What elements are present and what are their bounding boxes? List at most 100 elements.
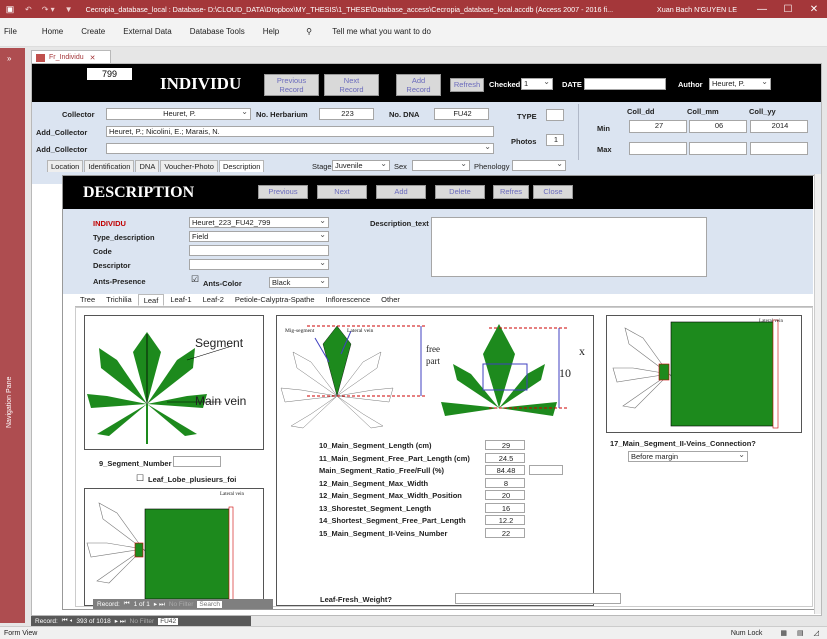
- undo-icon[interactable]: ↶: [25, 5, 32, 14]
- tab-voucher-photo[interactable]: Voucher-Photo: [160, 160, 218, 172]
- user-name[interactable]: Xuan Bach N'GUYEN LE: [657, 5, 737, 14]
- photos-label: Photos: [511, 137, 537, 146]
- tell-me-search[interactable]: ⚲ Tell me what you want to do: [297, 27, 440, 36]
- inner-filter[interactable]: No Filter: [169, 601, 194, 608]
- refresh-button[interactable]: Refresh: [450, 78, 484, 92]
- previous-record-button[interactable]: Previous Record: [264, 74, 319, 96]
- phenology-combo[interactable]: [512, 160, 566, 171]
- descriptor-combo[interactable]: [189, 259, 329, 270]
- tab-leaf-2[interactable]: Leaf-2: [198, 294, 229, 306]
- redo-icon[interactable]: ↷ ▾: [42, 5, 55, 14]
- desc-next-button[interactable]: Next: [317, 185, 367, 199]
- maximize-icon[interactable]: ☐: [775, 4, 801, 15]
- fresh-weight-field[interactable]: [455, 593, 621, 604]
- photos-field[interactable]: 1: [546, 134, 564, 146]
- tab-petiole[interactable]: Petiole-Calyptra-Spathe: [230, 294, 320, 306]
- max-yy-field[interactable]: [750, 142, 808, 155]
- ants-color-combo[interactable]: Black: [269, 277, 329, 288]
- stage-combo[interactable]: Juvenile: [332, 160, 390, 171]
- individu-combo[interactable]: Heuret_223_FU42_799: [189, 217, 329, 228]
- leaf-lobe-checkbox[interactable]: ☐: [136, 473, 144, 484]
- mig-segment-callout: Mig-segment: [285, 328, 315, 334]
- desc-previous-button[interactable]: Previous: [258, 185, 308, 199]
- author-combo[interactable]: Heuret, P.: [709, 78, 771, 90]
- checked-combo[interactable]: 1: [521, 78, 553, 90]
- tab-identification[interactable]: Identification: [84, 160, 135, 172]
- tab-location[interactable]: Location: [47, 160, 84, 172]
- max-mm-field[interactable]: [689, 142, 747, 155]
- tab-other[interactable]: Other: [376, 294, 405, 306]
- outer-search[interactable]: FU42: [158, 617, 179, 625]
- tab-description[interactable]: Description: [218, 160, 265, 172]
- tab-leaf[interactable]: Leaf: [137, 294, 165, 306]
- form-scrollbar[interactable]: [814, 174, 821, 614]
- add-collector-field[interactable]: Heuret, P.; Nicolini, E.; Marais, N.: [106, 126, 494, 137]
- desc-add-button[interactable]: Add: [376, 185, 426, 199]
- segment-number-field[interactable]: [173, 456, 221, 467]
- outer-next-record-icon[interactable]: ▸ ⏭: [115, 617, 126, 626]
- measurement-value[interactable]: 8: [485, 477, 525, 488]
- tab-inflorescence[interactable]: Inflorescence: [321, 294, 376, 306]
- navigation-pane[interactable]: » Navigation Pane: [0, 48, 25, 623]
- herbarium-field[interactable]: 223: [319, 108, 374, 120]
- measurement-value[interactable]: 12.2: [485, 515, 525, 525]
- measurement-value[interactable]: 20: [485, 490, 525, 500]
- tab-file[interactable]: File: [4, 27, 17, 36]
- outer-first-record-icon[interactable]: ⏮ ◂: [62, 617, 73, 625]
- ratio-extra-field[interactable]: [529, 465, 563, 475]
- inner-record-label: Record:: [97, 600, 120, 608]
- tab-tree[interactable]: Tree: [75, 294, 100, 306]
- measurement-value[interactable]: 29: [485, 440, 525, 450]
- document-tab[interactable]: Fr_Individu ✕: [31, 50, 111, 64]
- veins-connection-combo[interactable]: Before margin: [628, 451, 748, 462]
- description-text-area[interactable]: [431, 217, 707, 277]
- tab-home[interactable]: Home: [42, 27, 63, 36]
- first-record-icon[interactable]: ⏮: [124, 600, 130, 608]
- tab-help[interactable]: Help: [263, 27, 279, 36]
- type-field[interactable]: [546, 109, 564, 121]
- min-dd-field[interactable]: 27: [629, 120, 687, 133]
- code-field[interactable]: [189, 245, 329, 256]
- tab-dna[interactable]: DNA: [135, 160, 160, 172]
- outer-record-label: Record:: [35, 617, 58, 625]
- ants-presence-checkbox[interactable]: ☑: [191, 274, 199, 285]
- desc-refresh-button[interactable]: Refres: [493, 185, 529, 199]
- expand-chevron-icon[interactable]: »: [7, 54, 11, 63]
- inner-record-position[interactable]: 1 of 1: [134, 601, 150, 608]
- next-record-button[interactable]: Next Record: [324, 74, 379, 96]
- access-app-icon[interactable]: ▣: [0, 4, 20, 15]
- min-mm-field[interactable]: 06: [689, 120, 747, 133]
- layout-view-icon[interactable]: ◿: [814, 629, 819, 637]
- measurement-value[interactable]: 16: [485, 502, 525, 513]
- outer-record-position[interactable]: 393 of 1018: [76, 618, 110, 625]
- individu-label: INDIVIDU: [93, 219, 126, 228]
- tab-leaf-1[interactable]: Leaf-1: [165, 294, 196, 306]
- minimize-icon[interactable]: —: [749, 4, 775, 15]
- max-dd-field[interactable]: [629, 142, 687, 155]
- measurement-value[interactable]: 84.48: [485, 465, 525, 475]
- form-view-icon[interactable]: ▦: [780, 629, 787, 637]
- add-collector2-combo[interactable]: [106, 143, 494, 154]
- tab-database-tools[interactable]: Database Tools: [190, 27, 245, 36]
- collector-combo[interactable]: Heuret, P.: [106, 108, 251, 120]
- type-description-combo[interactable]: Field: [189, 231, 329, 242]
- datasheet-view-icon[interactable]: ▤: [797, 629, 804, 637]
- desc-delete-button[interactable]: Delete: [435, 185, 485, 199]
- sex-combo[interactable]: [412, 160, 470, 171]
- measurement-value[interactable]: 24.5: [485, 452, 525, 463]
- tab-create[interactable]: Create: [81, 27, 105, 36]
- add-record-button[interactable]: Add Record: [396, 74, 441, 96]
- quick-access-icon[interactable]: ▼: [65, 5, 73, 14]
- dna-field[interactable]: FU42: [434, 108, 489, 120]
- outer-filter[interactable]: No Filter: [130, 618, 155, 625]
- tab-external-data[interactable]: External Data: [123, 27, 171, 36]
- close-window-icon[interactable]: ✕: [801, 4, 827, 15]
- desc-close-button[interactable]: Close: [533, 185, 573, 199]
- measurement-value[interactable]: 22: [485, 527, 525, 538]
- close-tab-icon[interactable]: ✕: [90, 54, 96, 62]
- min-yy-field[interactable]: 2014: [750, 120, 808, 133]
- date-field[interactable]: [584, 78, 666, 90]
- inner-search[interactable]: Search: [197, 600, 222, 608]
- tab-trichilia[interactable]: Trichilia: [101, 294, 137, 306]
- next-record-icon[interactable]: ▸ ⏭: [154, 600, 165, 609]
